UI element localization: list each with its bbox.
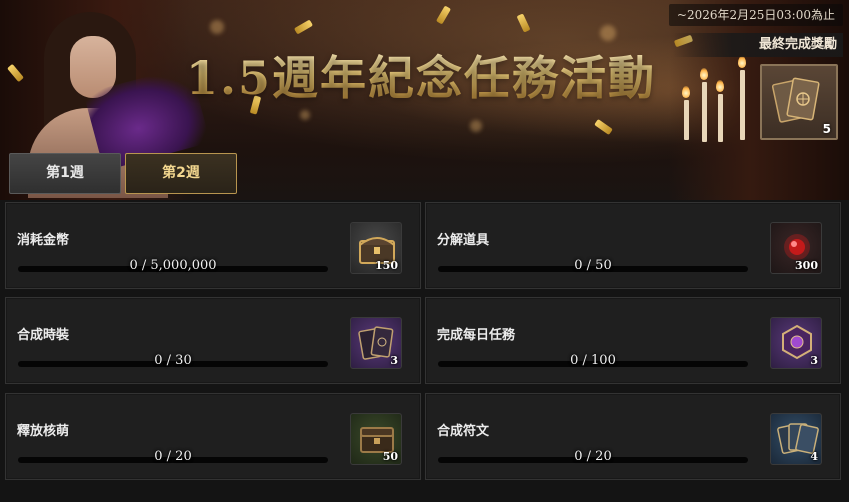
mission-panel: 分解道具 0 / 50 300 [425,202,841,289]
reward-quantity: 150 [375,259,398,272]
mission-panel: 完成每日任務 0 / 100 3 [425,297,841,384]
candle [718,94,723,142]
mission-progress: 0 / 100 [570,353,616,368]
final-reward-quantity: 5 [822,122,831,136]
reward-slot[interactable]: 3 [770,317,822,369]
candle [702,82,707,142]
confetti [293,19,314,35]
reward-quantity: 3 [390,354,398,367]
mission-panel: 合成符文 0 / 20 4 [425,393,841,480]
bokeh-light [210,20,224,34]
candle [684,100,689,140]
mission-progress: 0 / 5,000,000 [129,258,217,273]
mission-name: 釋放核萌 [17,424,70,439]
candle-flame [738,56,746,68]
bokeh-light [600,25,616,41]
final-reward-slot[interactable]: 5 [760,64,838,140]
reward-quantity: 300 [795,259,818,272]
reward-quantity: 3 [810,354,818,367]
candle-flame [700,68,708,80]
bokeh-light [300,110,310,120]
mission-progress: 0 / 20 [574,449,612,464]
candle-flame [716,80,724,92]
reward-slot[interactable]: 3 [350,317,402,369]
candle-flame [682,86,690,98]
reward-slot[interactable]: 300 [770,222,822,274]
confetti [516,13,531,33]
card-pack-icon [768,72,830,136]
mission-progress: 0 / 20 [154,449,192,464]
reward-slot[interactable]: 150 [350,222,402,274]
final-reward-label: 最終完成獎勵 [673,33,843,57]
reward-quantity: 4 [810,450,818,463]
reward-quantity: 50 [382,450,398,463]
mission-name: 合成時裝 [17,328,70,343]
reward-slot[interactable]: 50 [350,413,402,465]
event-deadline: ~2026年2月25日03:00為止 [668,4,843,26]
confetti [594,118,613,136]
candle [740,70,745,140]
mission-panel: 釋放核萌 0 / 20 50 [5,393,421,480]
mission-panel: 合成時裝 0 / 30 3 [5,297,421,384]
mission-progress: 0 / 30 [154,353,192,368]
tab-week-1[interactable]: 第1週 [9,153,121,194]
confetti [435,5,452,25]
bokeh-light [470,120,482,132]
event-title: 1.5週年紀念任務活動 [186,42,666,106]
tab-week-2[interactable]: 第2週 [125,153,237,194]
reward-slot[interactable]: 4 [770,413,822,465]
mission-name: 完成每日任務 [437,328,516,343]
mission-name: 合成符文 [437,424,490,439]
mission-name: 消耗金幣 [17,233,70,248]
mission-name: 分解道具 [437,233,490,248]
mission-panel: 消耗金幣 0 / 5,000,000 150 [5,202,421,289]
mission-progress: 0 / 50 [574,258,612,273]
